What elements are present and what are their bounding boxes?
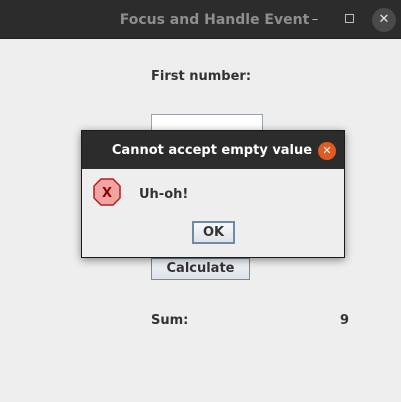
maximize-button[interactable] <box>337 8 361 32</box>
maximize-icon <box>344 14 354 23</box>
dialog-titlebar[interactable]: Cannot accept empty value ✕ <box>82 131 344 169</box>
calculate-button[interactable]: Calculate <box>151 258 250 280</box>
window-titlebar[interactable]: Focus and Handle Event – ✕ <box>0 0 401 39</box>
sum-value: 9 <box>340 313 350 328</box>
minimize-icon: – <box>311 12 319 27</box>
dialog-message: Uh-oh! <box>139 187 189 202</box>
error-dialog: Cannot accept empty value ✕ X Uh-oh! OK <box>81 130 345 258</box>
ok-button[interactable]: OK <box>192 221 235 244</box>
close-icon: ✕ <box>378 12 390 27</box>
close-icon: ✕ <box>322 144 332 157</box>
error-icon-letter: X <box>102 186 112 201</box>
error-icon: X <box>93 178 121 206</box>
minimize-button[interactable]: – <box>303 8 327 32</box>
first-number-label: First number: <box>151 69 252 84</box>
dialog-close-button[interactable]: ✕ <box>318 142 336 160</box>
sum-label: Sum: <box>151 313 189 328</box>
main-window: Focus and Handle Event – ✕ First number:… <box>0 0 401 402</box>
close-button[interactable]: ✕ <box>372 8 396 32</box>
dialog-title: Cannot accept empty value <box>111 143 313 158</box>
